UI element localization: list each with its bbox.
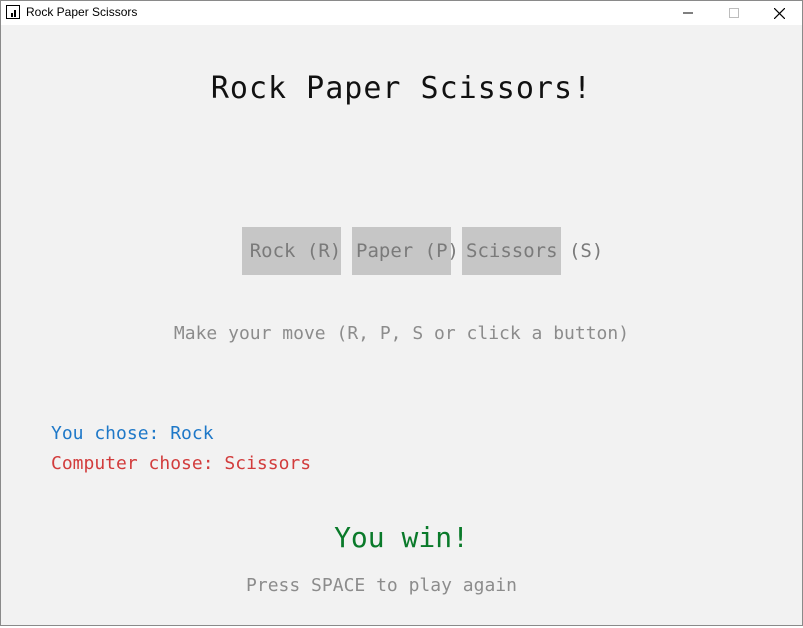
game-canvas: Rock Paper Scissors! Rock (R) Paper (P) …	[1, 25, 802, 625]
app-window: Rock Paper Scissors Rock Paper Scissors!…	[0, 0, 803, 626]
outcome-label: You win!	[334, 521, 469, 554]
outcome-text: You win!	[1, 521, 802, 554]
play-again-hint: Press SPACE to play again	[246, 575, 517, 596]
maximize-button[interactable]	[711, 1, 757, 25]
minimize-button[interactable]	[665, 1, 711, 25]
game-title: Rock Paper Scissors!	[210, 71, 593, 106]
rock-button[interactable]: Rock (R)	[242, 227, 341, 275]
app-icon	[6, 5, 20, 19]
scissors-button[interactable]: Scissors (S)	[462, 227, 603, 275]
title-bar[interactable]: Rock Paper Scissors	[1, 1, 802, 25]
maximize-icon	[729, 8, 739, 18]
paper-button[interactable]: Paper (P)	[352, 227, 459, 275]
close-button[interactable]	[756, 1, 802, 25]
player-choice-text: You chose: Rock	[51, 423, 214, 444]
minimize-icon	[683, 12, 693, 14]
window-title: Rock Paper Scissors	[26, 5, 138, 19]
paper-button-label: Paper (P)	[356, 240, 459, 262]
computer-choice-text: Computer chose: Scissors	[51, 453, 312, 474]
close-icon	[773, 7, 785, 19]
instruction-text: Make your move (R, P, S or click a butto…	[173, 323, 630, 344]
scissors-button-label: Scissors (S)	[466, 240, 604, 262]
rock-button-label: Rock (R)	[249, 240, 342, 262]
